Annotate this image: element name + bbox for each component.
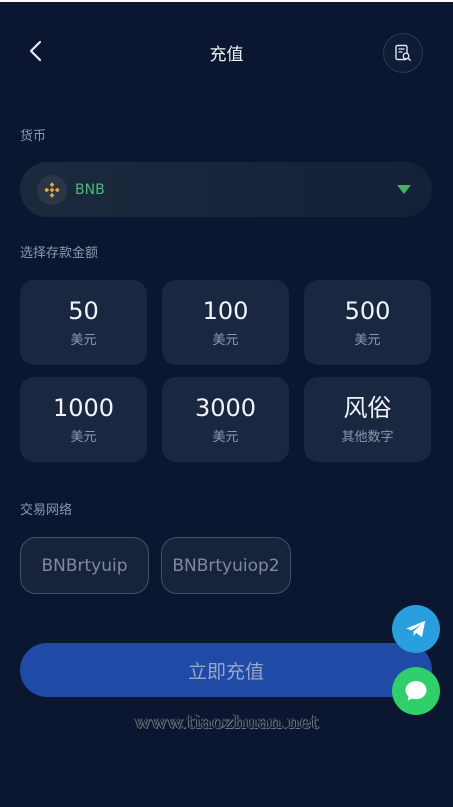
amount-value: 100 [202,297,249,325]
network-option-bnbrtyuip[interactable]: BNBrtyuip [20,537,149,594]
currency-label: 货币 [20,129,47,144]
amount-unit: 美元 [70,430,97,445]
amount-option-1000[interactable]: 1000 美元 [20,377,147,462]
amount-option-100[interactable]: 100 美元 [162,280,289,365]
currency-select[interactable]: BNB [20,162,432,217]
amount-unit: 其他数字 [341,430,394,445]
bnb-coin-icon [37,174,67,205]
record-search-icon [395,44,411,61]
telegram-button[interactable] [392,605,440,653]
amount-option-50[interactable]: 50 美元 [20,280,147,365]
amount-option-custom[interactable]: 风俗 其他数字 [304,377,431,462]
amount-label: 选择存款金额 [20,246,99,261]
amount-unit: 美元 [212,430,239,445]
telegram-icon [406,620,426,638]
amount-option-500[interactable]: 500 美元 [304,280,431,365]
caret-down-icon [397,185,411,194]
amount-value: 3000 [194,394,257,422]
amount-value: 1000 [52,394,115,422]
deposit-now-button[interactable]: 立即充值 [20,643,432,697]
network-label: 交易网络 [20,503,73,518]
amount-value: 50 [68,297,99,325]
chat-button[interactable] [392,667,440,715]
watermark-text: www.tiaozhuan.net [134,711,319,733]
amount-unit: 美元 [212,333,239,348]
amount-option-3000[interactable]: 3000 美元 [162,377,289,462]
network-option-bnbrtyuiop2[interactable]: BNBrtyuiop2 [161,537,291,594]
page-header: 充值 [0,2,453,98]
amount-value: 500 [344,297,391,325]
deposit-record-button[interactable] [383,33,423,73]
amount-unit: 美元 [354,333,381,348]
selected-currency: BNB [75,181,105,198]
amount-value: 风俗 [343,394,392,422]
amount-unit: 美元 [70,333,97,348]
chat-bubble-icon [405,681,427,701]
